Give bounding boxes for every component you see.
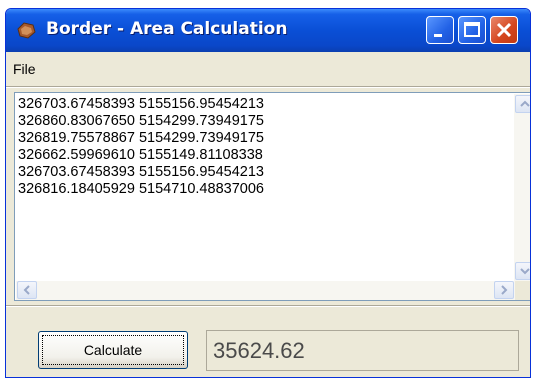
coordinates-textarea[interactable]: 326703.67458393 5155156.95454213 326860.… [14, 92, 530, 301]
scrollbar-corner [515, 281, 530, 300]
menu-bar: File [6, 59, 530, 81]
close-button[interactable] [490, 16, 518, 44]
calculate-button[interactable]: Calculate [38, 331, 188, 369]
window-title: Border - Area Calculation [46, 19, 288, 39]
chevron-left-icon [23, 285, 30, 295]
horizontal-scrollbar[interactable] [16, 281, 515, 300]
chevron-right-icon [501, 285, 508, 295]
bottom-divider [6, 305, 530, 307]
coordinates-text[interactable]: 326703.67458393 5155156.95454213 326860.… [18, 96, 264, 198]
chevron-up-icon [520, 100, 530, 107]
minimize-button[interactable] [426, 16, 454, 44]
scroll-right-button[interactable] [494, 281, 514, 299]
maximize-icon [464, 22, 480, 37]
menu-divider [6, 86, 530, 88]
scroll-down-button[interactable] [515, 262, 530, 280]
menu-file[interactable]: File [13, 61, 36, 77]
scroll-up-button[interactable] [515, 95, 530, 113]
scroll-left-button[interactable] [17, 281, 37, 299]
maximize-button[interactable] [458, 16, 486, 44]
focus-rectangle [42, 335, 184, 365]
title-bar[interactable]: Border - Area Calculation [6, 9, 530, 52]
app-window: Border - Area Calculation File 326703.67… [5, 8, 531, 378]
map-shape-icon [16, 21, 36, 39]
area-result-field: 35624.62 [206, 330, 519, 371]
minimize-icon [434, 34, 442, 37]
chevron-down-icon [520, 268, 530, 275]
area-result-value: 35624.62 [213, 338, 305, 363]
vertical-scrollbar[interactable] [514, 94, 530, 281]
close-icon [496, 22, 512, 38]
